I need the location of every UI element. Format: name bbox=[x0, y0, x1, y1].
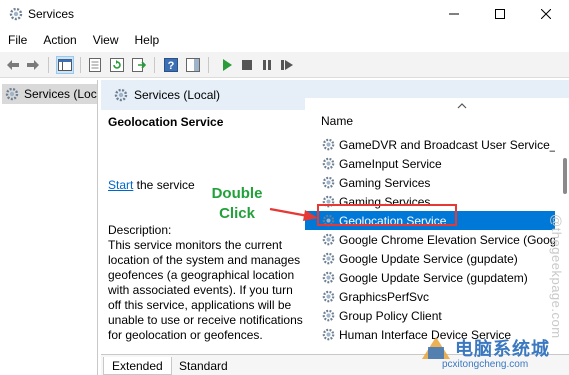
start-service-link[interactable]: Start bbox=[108, 178, 133, 192]
menu-action[interactable]: Action bbox=[35, 30, 84, 50]
services-panel: Services (Local) Geolocation Service Sta… bbox=[101, 80, 569, 375]
export-list-icon bbox=[132, 58, 146, 72]
console-tree: Services (Local) bbox=[0, 80, 98, 375]
services-rows: GameDVR and Broadcast User Service_63 Gam… bbox=[305, 135, 555, 344]
menu-bar: File Action View Help bbox=[0, 30, 167, 50]
service-gear-icon bbox=[322, 157, 335, 170]
watermark-title: 电脑系统城 bbox=[455, 339, 550, 360]
service-gear-icon bbox=[322, 176, 335, 189]
service-gear-icon bbox=[322, 252, 335, 265]
service-name: Gaming Services bbox=[339, 175, 431, 190]
service-gear-icon bbox=[322, 309, 335, 322]
description-text: This service monitors the current locati… bbox=[108, 238, 303, 342]
toolbar-separator bbox=[208, 57, 209, 73]
stop-icon bbox=[242, 60, 252, 70]
toolbar-separator bbox=[154, 57, 155, 73]
service-row[interactable]: Google Update Service (gupdatem) bbox=[305, 268, 555, 287]
title-bar: Services bbox=[0, 0, 569, 28]
service-name: Google Chrome Elevation Service (Googl bbox=[339, 232, 555, 247]
toolbar-separator bbox=[48, 57, 49, 73]
watermark-url: pcxitongcheng.com bbox=[442, 359, 529, 370]
help-button[interactable]: ? bbox=[162, 56, 180, 74]
service-gear-icon bbox=[322, 328, 335, 341]
close-button[interactable] bbox=[523, 0, 569, 28]
menu-view[interactable]: View bbox=[85, 30, 127, 50]
action-pane-icon bbox=[186, 58, 200, 72]
menu-help[interactable]: Help bbox=[127, 30, 168, 50]
service-row[interactable]: GraphicsPerfSvc bbox=[305, 287, 555, 306]
tree-item-services-local[interactable]: Services (Local) bbox=[2, 84, 97, 104]
export-list-button[interactable] bbox=[130, 56, 148, 74]
panel-header-title: Services (Local) bbox=[134, 88, 221, 102]
vertical-scrollbar-thumb[interactable] bbox=[563, 158, 567, 194]
tree-item-label: Services (Local) bbox=[24, 87, 97, 101]
service-name: GraphicsPerfSvc bbox=[339, 289, 430, 304]
restart-icon bbox=[281, 60, 293, 70]
pause-service-button[interactable] bbox=[258, 56, 276, 74]
service-name: GameInput Service bbox=[339, 156, 442, 171]
minimize-icon bbox=[449, 13, 459, 15]
help-icon: ? bbox=[164, 58, 178, 72]
annotation-line-1: Double bbox=[211, 185, 263, 202]
double-click-annotation: Double Click bbox=[206, 184, 268, 224]
menu-file[interactable]: File bbox=[0, 30, 35, 50]
service-gear-icon bbox=[322, 290, 335, 303]
back-button[interactable] bbox=[4, 56, 22, 74]
service-gear-icon bbox=[322, 233, 335, 246]
refresh-icon bbox=[110, 58, 124, 72]
annotation-arrow-icon bbox=[269, 207, 318, 221]
gear-icon bbox=[5, 87, 19, 101]
toolbar: ? bbox=[0, 52, 569, 78]
gear-icon bbox=[114, 88, 128, 102]
site-watermark: 电脑系统城 pcxitongcheng.com bbox=[420, 333, 569, 375]
forward-button[interactable] bbox=[24, 56, 42, 74]
properties-icon bbox=[89, 58, 101, 72]
tab-extended[interactable]: Extended bbox=[103, 357, 172, 375]
start-service-button[interactable] bbox=[218, 56, 236, 74]
stop-service-button[interactable] bbox=[238, 56, 256, 74]
toolbar-separator bbox=[80, 57, 81, 73]
service-gear-icon bbox=[322, 138, 335, 151]
restart-service-button[interactable] bbox=[278, 56, 296, 74]
service-row[interactable]: Gaming Services bbox=[305, 173, 555, 192]
service-name: Group Policy Client bbox=[339, 308, 442, 323]
services-list: Name GameDVR and Broadcast User Service_… bbox=[305, 98, 569, 354]
annotation-line-2: Click bbox=[219, 205, 255, 222]
window-title: Services bbox=[28, 7, 75, 21]
service-gear-icon bbox=[322, 271, 335, 284]
action-pane-button[interactable] bbox=[184, 56, 202, 74]
service-row[interactable]: GameDVR and Broadcast User Service_63 bbox=[305, 135, 555, 154]
service-title: Geolocation Service bbox=[108, 115, 224, 129]
highlight-box bbox=[317, 204, 457, 226]
maximize-icon bbox=[495, 9, 505, 19]
service-row[interactable]: Google Chrome Elevation Service (Googl bbox=[305, 230, 555, 249]
service-row[interactable]: Group Policy Client bbox=[305, 306, 555, 325]
close-icon bbox=[541, 9, 551, 19]
service-name: GameDVR and Broadcast User Service_63 bbox=[339, 137, 555, 152]
back-arrow-icon bbox=[7, 60, 19, 70]
maximize-button[interactable] bbox=[477, 0, 523, 28]
svg-text:?: ? bbox=[168, 60, 175, 72]
service-row[interactable]: GameInput Service bbox=[305, 154, 555, 173]
show-hide-console-tree-button[interactable] bbox=[56, 56, 74, 74]
tab-standard[interactable]: Standard bbox=[171, 357, 236, 375]
forward-arrow-icon bbox=[27, 60, 39, 70]
start-service-line: Start the service bbox=[108, 178, 195, 192]
column-header-name[interactable]: Name bbox=[321, 114, 353, 128]
refresh-button[interactable] bbox=[108, 56, 126, 74]
pause-icon bbox=[263, 60, 271, 70]
console-tree-icon bbox=[58, 59, 72, 71]
sort-ascending-icon bbox=[457, 103, 467, 109]
service-row[interactable]: Google Update Service (gupdate) bbox=[305, 249, 555, 268]
description-pane: Geolocation Service Start the service De… bbox=[101, 110, 303, 354]
service-name: Google Update Service (gupdate) bbox=[339, 251, 518, 266]
minimize-button[interactable] bbox=[431, 0, 477, 28]
properties-button[interactable] bbox=[86, 56, 104, 74]
play-icon bbox=[223, 59, 232, 71]
service-name: Google Update Service (gupdatem) bbox=[339, 270, 528, 285]
start-service-suffix: the service bbox=[133, 178, 195, 192]
description-label: Description: bbox=[108, 223, 172, 237]
services-app-icon bbox=[8, 6, 24, 22]
